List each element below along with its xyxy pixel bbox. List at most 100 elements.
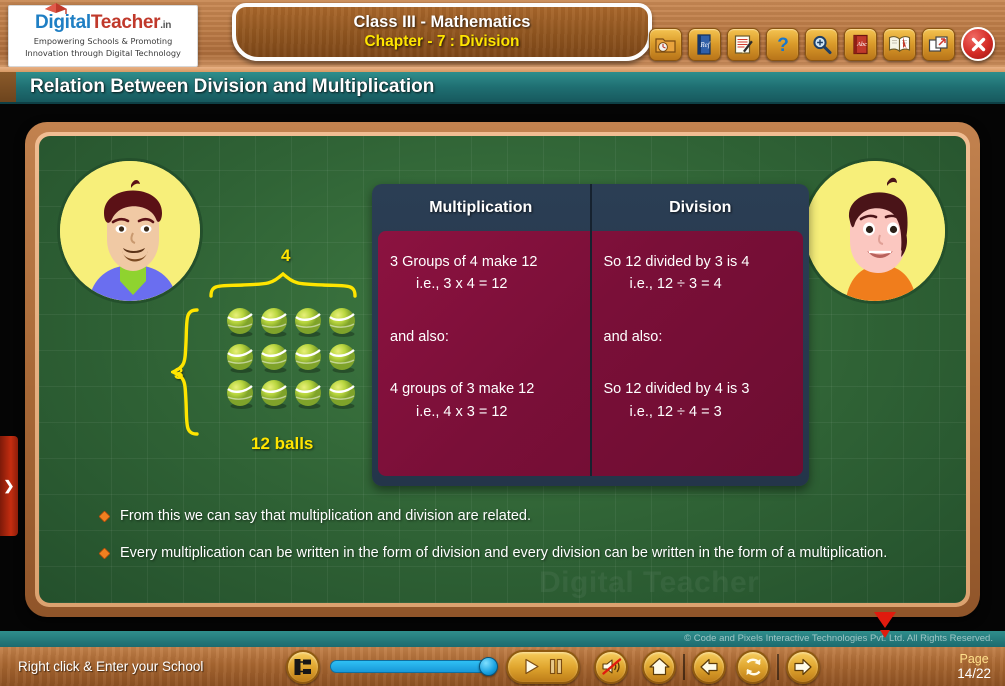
slider-track [330,660,493,673]
board-frame: Digital Teacher 4 3 12 balls Multiplicat… [25,122,980,617]
chevron-right-icon: ❯ [3,478,15,493]
mute-button[interactable] [594,649,629,684]
reference-book-icon: Ref [697,33,711,55]
pause-icon [549,658,562,675]
dictionary-icon-button[interactable]: Abc [844,27,877,61]
arrow-right-icon [794,658,812,675]
page-title-banner: Relation Between Division and Multiplica… [0,72,1005,104]
bullet-list: From this we can say that multiplication… [99,506,929,580]
logo-wordmark: DigitalTeacher.in [34,3,172,34]
top-brace-icon [209,272,357,298]
reference-book-icon-button[interactable]: Ref [688,27,721,61]
board-frame-inner: Digital Teacher 4 3 12 balls Multiplicat… [35,132,970,607]
logo-text-digital: Digital [34,12,91,34]
div-line-4: So 12 divided by 4 is 3 [603,381,750,398]
dictionary-icon: Abc [853,34,868,54]
logo-tagline-line1: Empowering Schools & Promoting [33,36,173,47]
tennis-ball [327,306,359,338]
table-header-row: Multiplication Division [372,184,809,231]
mult-line-4: 4 groups of 3 make 12 [390,381,535,398]
logo-text-teacher: Teacher [90,12,161,34]
home-button[interactable] [642,649,677,684]
previous-button[interactable] [692,649,727,684]
list-item: From this we can say that multiplication… [99,506,929,527]
div-line-3: and also: [603,328,663,345]
close-icon [971,37,985,51]
diamond-bullet-icon [99,511,110,522]
tennis-ball [225,378,257,410]
side-panel-toggle[interactable]: ❯ [0,436,18,536]
tennis-ball [293,306,325,338]
tennis-ball [327,342,359,374]
tennis-ball [225,342,257,374]
logo-tagline: Empowering Schools & Promoting Innovatio… [25,36,181,58]
lesson-title-plank: Class III - Mathematics Chapter - 7 : Di… [232,3,652,61]
div-line-5: i.e., 12 ÷ 4 = 3 [629,403,722,420]
div-line-1: So 12 divided by 3 is 4 [603,254,750,270]
div-line-2: i.e., 12 ÷ 3 = 4 [629,276,722,293]
notepad-pen-icon-button[interactable] [727,27,760,61]
bottom-control-bar: Right click & Enter your School Page 14/… [0,647,1005,686]
class-subject-label: Class III - Mathematics [353,13,531,31]
folder-clock-icon [655,37,676,53]
table-cell-division: So 12 divided by 3 is 4 i.e., 12 ÷ 3 = 4… [589,231,804,476]
page-indicator: Page 14/22 [957,652,991,682]
list-item: Every multiplication can be written in t… [99,543,929,564]
folder-clock-icon-button[interactable] [649,27,682,61]
page-title: Relation Between Division and Multiplica… [30,76,435,97]
student-illustration [805,161,945,301]
bullet-text: Every multiplication can be written in t… [120,545,888,562]
replay-button[interactable] [736,649,771,684]
next-button[interactable] [786,649,821,684]
divider [777,653,780,680]
home-icon [649,657,670,676]
logo-text-tld: .in [160,20,172,32]
close-button[interactable] [961,27,995,61]
diamond-bullet-icon [99,548,110,560]
tennis-ball [259,306,291,338]
mult-line-3: and also: [390,328,449,345]
tennis-ball [293,378,325,410]
tennis-ball [327,378,359,410]
top-wood-bar: DigitalTeacher.in Empowering Schools & P… [0,0,1005,72]
divider [683,653,686,680]
progress-slider[interactable] [330,657,499,676]
play-pause-button[interactable] [506,649,581,684]
mult-line-2: i.e., 3 x 4 = 12 [416,276,508,293]
left-brace-icon [171,308,199,436]
question-mark-icon-button[interactable]: ? [766,27,799,61]
speaker-muted-icon [602,658,622,675]
open-book-icon [888,36,911,53]
tennis-ball [259,342,291,374]
green-board: Digital Teacher 4 3 12 balls Multiplicat… [39,136,966,603]
page-value: 14/22 [957,665,991,681]
svg-text:?: ? [777,35,789,55]
bullet-text: From this we can say that multiplication… [120,508,532,524]
magnifier-icon [813,35,832,54]
refresh-icon [746,658,761,675]
school-prompt-label[interactable]: Right click & Enter your School [18,659,203,674]
toolbar: Ref ? Abc [649,27,995,61]
magnifier-icon-button[interactable] [805,27,838,61]
open-book-icon-button[interactable] [883,27,916,61]
red-pointer-marker [874,612,896,638]
tennis-ball [259,378,291,410]
window-restore-icon-button[interactable] [922,27,955,61]
index-tree-button[interactable] [286,649,321,684]
table-header-multiplication: Multiplication [429,198,533,216]
mult-line-5: i.e., 4 x 3 = 12 [416,403,508,420]
application-window: DigitalTeacher.in Empowering Schools & P… [0,0,1005,686]
student-avatar [802,158,948,304]
table-body: 3 Groups of 4 make 12 i.e., 3 x 4 = 12 a… [378,231,803,476]
slider-knob[interactable] [479,657,499,676]
tennis-ball [225,306,257,338]
chapter-label: Chapter - 7 : Division [364,33,520,50]
banner-left-strip [0,72,16,102]
page-label: Page [959,651,989,666]
copyright-bar: © Code and Pixels Interactive Technologi… [0,631,1005,647]
columns-count-label: 4 [281,246,291,265]
